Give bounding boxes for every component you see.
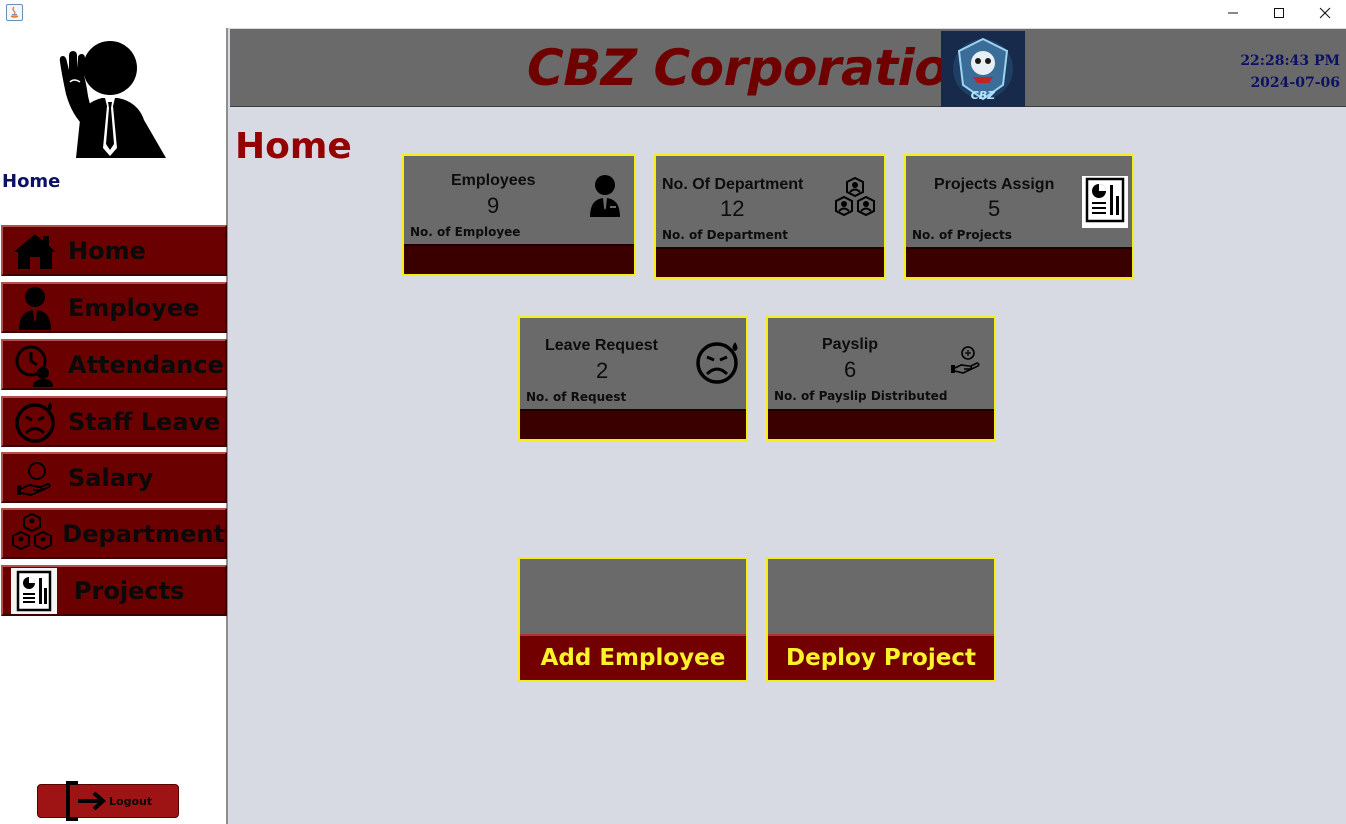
card-title: Leave Request [545, 337, 658, 354]
card-subtitle: No. of Request [526, 390, 627, 404]
logout-arrow-icon [64, 781, 108, 824]
stat-card-employees: Employees 9 No. of Employee [402, 154, 636, 276]
company-logo: CBZ [941, 31, 1025, 107]
logout-label: Logout [109, 795, 153, 808]
card-subtitle: No. of Employee [410, 225, 521, 239]
close-icon[interactable] [1302, 0, 1346, 26]
java-icon [6, 4, 23, 21]
department-group-icon [9, 511, 55, 557]
sidebar-item-label: Department [62, 519, 225, 548]
project-report-icon [1082, 176, 1128, 228]
stat-card-leave-request: Leave Request 2 No. of Request [518, 316, 748, 441]
sad-face-icon [694, 338, 742, 390]
card-footer-band [768, 409, 994, 439]
sidebar-item-label: Projects [74, 576, 185, 605]
logout-button[interactable]: Logout [37, 781, 179, 821]
sidebar-item-label: Employee [68, 293, 200, 322]
window-title-bar [0, 0, 1346, 28]
sad-face-icon [9, 399, 61, 445]
clock-date: 2024-07-06 [1250, 75, 1340, 91]
card-footer-band [404, 244, 634, 274]
sidebar: Home Home Employee Attendance Staff Leav… [0, 28, 228, 824]
sidebar-item-label: Staff Leave [68, 407, 221, 436]
deploy-project-button[interactable]: Deploy Project [766, 557, 996, 682]
card-subtitle: No. of Projects [912, 228, 1012, 242]
card-title: Employees [451, 172, 536, 189]
employee-icon [9, 285, 61, 331]
card-value: 5 [988, 196, 1001, 221]
add-employee-button[interactable]: Add Employee [518, 557, 748, 682]
maximize-icon[interactable] [1256, 0, 1302, 26]
sidebar-item-label: Home [68, 236, 146, 265]
card-title: Payslip [822, 336, 879, 353]
project-report-icon [11, 567, 57, 614]
card-value: 6 [844, 357, 857, 382]
employee-icon [588, 173, 622, 223]
sidebar-item-label: Attendance [68, 350, 224, 379]
card-value: 9 [487, 193, 500, 218]
stat-card-projects: Projects Assign 5 No. of Projects [904, 154, 1134, 279]
current-page-label: Home [2, 171, 61, 192]
sidebar-item-attendance[interactable]: Attendance [1, 339, 227, 390]
sidebar-item-employee[interactable]: Employee [1, 282, 227, 333]
minimize-icon[interactable] [1210, 0, 1256, 26]
header-bar: CBZ Corporation CBZ 22:28:43 PM 2024-07-… [230, 29, 1346, 107]
card-subtitle: No. of Payslip Distributed [774, 389, 948, 403]
card-footer-band [906, 247, 1132, 277]
sidebar-item-department[interactable]: Department [1, 508, 227, 559]
stat-card-payslip: Payslip 6 No. of Payslip Distributed [766, 316, 996, 441]
card-subtitle: No. of Department [662, 228, 789, 242]
businessman-waving-icon [50, 36, 168, 158]
card-footer-band [520, 409, 746, 439]
sidebar-item-staff-leave[interactable]: Staff Leave [1, 396, 227, 447]
logo-text: CBZ [971, 89, 996, 102]
card-title: Projects Assign [934, 176, 1055, 193]
clock-time: 22:28:43 PM [1240, 53, 1340, 69]
action-label: Add Employee [540, 645, 726, 671]
sidebar-item-label: Salary [68, 463, 154, 492]
sidebar-item-projects[interactable]: Projects [1, 565, 227, 616]
salary-hand-icon [950, 344, 982, 378]
action-band: Add Employee [520, 634, 746, 680]
department-group-icon [832, 176, 878, 226]
clock-display: 22:28:43 PM 2024-07-06 [1240, 50, 1340, 94]
house-icon [9, 228, 61, 274]
card-title: No. Of Department [662, 176, 804, 193]
sidebar-item-salary[interactable]: Salary [1, 452, 227, 503]
card-value: 2 [596, 358, 609, 383]
page-title: Home [235, 126, 352, 167]
card-value: 12 [720, 196, 745, 221]
card-footer-band [656, 247, 884, 277]
action-label: Deploy Project [786, 645, 976, 671]
salary-hand-icon [9, 455, 61, 501]
attendance-clock-icon [9, 342, 61, 388]
company-name: CBZ Corporation [527, 39, 984, 97]
sidebar-item-home[interactable]: Home [1, 225, 227, 276]
stat-card-department: No. Of Department 12 No. of Department [654, 154, 886, 279]
action-band: Deploy Project [768, 634, 994, 680]
